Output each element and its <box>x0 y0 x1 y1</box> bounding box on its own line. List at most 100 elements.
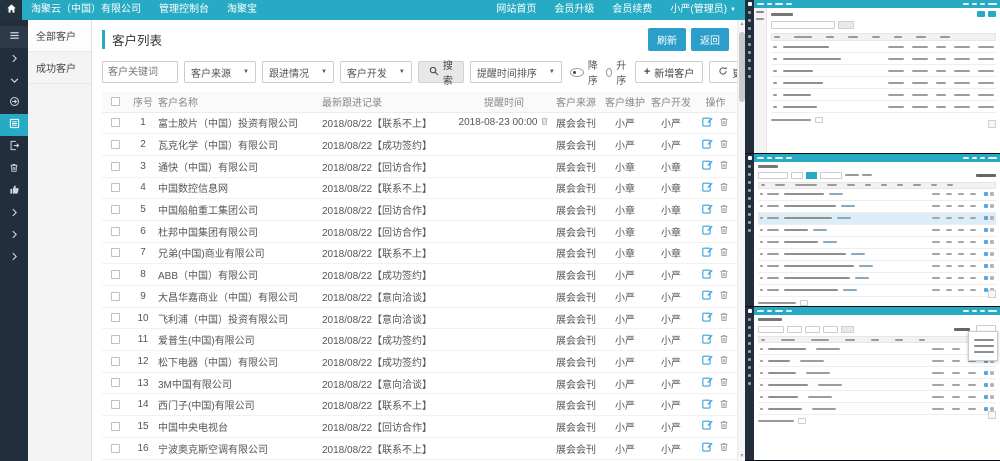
edit-icon[interactable] <box>702 138 713 152</box>
home-button[interactable] <box>0 0 22 20</box>
col-source: 客户来源 <box>550 92 602 112</box>
row-checkbox[interactable] <box>111 357 120 366</box>
chevron-down-icon: ▼ <box>321 69 327 75</box>
row-checkbox[interactable] <box>111 248 120 257</box>
trash-icon[interactable] <box>719 376 729 390</box>
trash-icon[interactable] <box>719 246 729 260</box>
edit-icon[interactable] <box>702 289 713 303</box>
trash-icon[interactable] <box>719 398 729 412</box>
edit-icon[interactable] <box>702 311 713 325</box>
row-checkbox[interactable] <box>111 205 120 214</box>
back-button[interactable]: 返回 <box>691 28 729 51</box>
remind-sort-select[interactable]: 提醒时间排序▼ <box>470 61 562 83</box>
sidebar-item-chevron-right-1[interactable] <box>0 48 28 70</box>
preview-mini-table-header <box>771 33 996 41</box>
cell-name: 中国数控信息网 <box>158 177 322 199</box>
row-checkbox[interactable] <box>111 335 120 344</box>
trash-icon[interactable] <box>719 311 729 325</box>
edit-icon[interactable] <box>702 441 713 455</box>
edit-icon[interactable] <box>702 203 713 217</box>
sidebar-item-sign-out-5[interactable] <box>0 136 28 158</box>
develop-select[interactable]: 客户开发▼ <box>340 61 412 83</box>
topbar-brand-link[interactable]: 淘聚宝 <box>218 0 266 20</box>
edit-icon[interactable] <box>702 268 713 282</box>
preview-bar <box>968 408 976 410</box>
row-checkbox[interactable] <box>111 444 120 453</box>
progress-select[interactable]: 跟进情况▼ <box>262 61 334 83</box>
trash-icon[interactable] <box>719 289 729 303</box>
trash-icon[interactable] <box>719 224 729 238</box>
preview-bar <box>768 408 802 410</box>
preview-mini-content <box>754 315 1000 460</box>
trash-icon[interactable] <box>719 333 729 347</box>
trash-icon[interactable] <box>719 181 729 195</box>
table-row: 11爱普生(中国)有限公司2018/08/22【成功签约】展会会刊小严小严 <box>102 329 737 351</box>
sort-desc-label: 降序 <box>588 57 598 87</box>
subnav-item-success-customers[interactable]: 成功客户 <box>28 52 91 84</box>
trash-icon[interactable] <box>719 419 729 433</box>
row-checkbox[interactable] <box>111 162 120 171</box>
sort-asc-radio[interactable]: 升序 <box>606 57 629 87</box>
edit-icon[interactable] <box>702 246 713 260</box>
trash-icon[interactable] <box>719 441 729 455</box>
cell-actions <box>694 112 737 134</box>
trash-icon[interactable] <box>719 159 729 173</box>
edit-icon[interactable] <box>702 333 713 347</box>
row-checkbox[interactable] <box>111 118 120 127</box>
edit-icon[interactable] <box>702 376 713 390</box>
add-customer-button[interactable]: +新增客户 <box>635 61 703 83</box>
edit-icon[interactable] <box>702 398 713 412</box>
topbar-renew-link[interactable]: 会员续费 <box>603 0 661 20</box>
topbar-company-link[interactable]: 淘聚云（中国）有限公司 <box>22 0 150 20</box>
cell-record: 2018/08/22【意向洽谈】 <box>322 372 458 394</box>
sort-desc-radio[interactable]: 降序 <box>570 57 598 87</box>
preview-bar <box>758 420 794 422</box>
trash-icon[interactable] <box>719 138 729 152</box>
row-checkbox[interactable] <box>111 378 120 387</box>
sidebar-item-customer-list-4[interactable] <box>0 114 28 136</box>
topbar-site-home-link[interactable]: 网站首页 <box>487 0 545 20</box>
sidebar-item-chevron-right-8[interactable] <box>0 202 28 224</box>
row-checkbox[interactable] <box>111 227 120 236</box>
row-checkbox[interactable] <box>111 422 120 431</box>
row-checkbox[interactable] <box>111 140 120 149</box>
sidebar-item-chevron-right-10[interactable] <box>0 246 28 268</box>
trash-icon[interactable] <box>719 354 729 368</box>
edit-icon[interactable] <box>702 159 713 173</box>
keyword-input[interactable] <box>102 61 178 83</box>
sidebar-item-chevron-right-9[interactable] <box>0 224 28 246</box>
edit-icon[interactable] <box>702 354 713 368</box>
sidebar-item-trash-6[interactable] <box>0 158 28 180</box>
remind-delete-icon[interactable] <box>540 118 549 129</box>
user-menu[interactable]: 小严(管理员)▼ <box>661 0 745 20</box>
cell-checkbox <box>102 199 128 221</box>
trash-icon[interactable] <box>719 203 729 217</box>
edit-icon[interactable] <box>702 419 713 433</box>
sidebar-item-sign-in-3[interactable] <box>0 92 28 114</box>
refresh-button[interactable]: 刷新 <box>648 28 686 51</box>
row-checkbox[interactable] <box>111 292 120 301</box>
select-all-checkbox[interactable] <box>111 97 120 106</box>
search-button[interactable]: 搜索 <box>418 61 464 83</box>
edit-icon[interactable] <box>702 116 713 130</box>
row-checkbox[interactable] <box>111 400 120 409</box>
row-checkbox[interactable] <box>111 270 120 279</box>
edit-icon[interactable] <box>702 181 713 195</box>
vertical-scrollbar[interactable]: ▲ ▼ <box>737 20 745 461</box>
preview-bar <box>932 277 940 279</box>
subnav-item-all-customers[interactable]: 全部客户 <box>28 20 91 52</box>
sidebar-item-thumbs-up-7[interactable] <box>0 180 28 202</box>
row-checkbox[interactable] <box>111 313 120 322</box>
edit-icon[interactable] <box>702 224 713 238</box>
preview-bar <box>760 408 763 410</box>
trash-icon[interactable] <box>719 116 729 130</box>
row-checkbox[interactable] <box>111 183 120 192</box>
preview-bar <box>954 70 970 72</box>
sidebar-item-chevron-down-2[interactable] <box>0 70 28 92</box>
topbar-console-link[interactable]: 管理控制台 <box>150 0 218 20</box>
topbar-upgrade-link[interactable]: 会员升级 <box>545 0 603 20</box>
trash-icon[interactable] <box>719 268 729 282</box>
cell-remind <box>458 199 550 221</box>
source-select[interactable]: 客户来源▼ <box>184 61 256 83</box>
sidebar-item-menu-0[interactable] <box>0 26 28 48</box>
